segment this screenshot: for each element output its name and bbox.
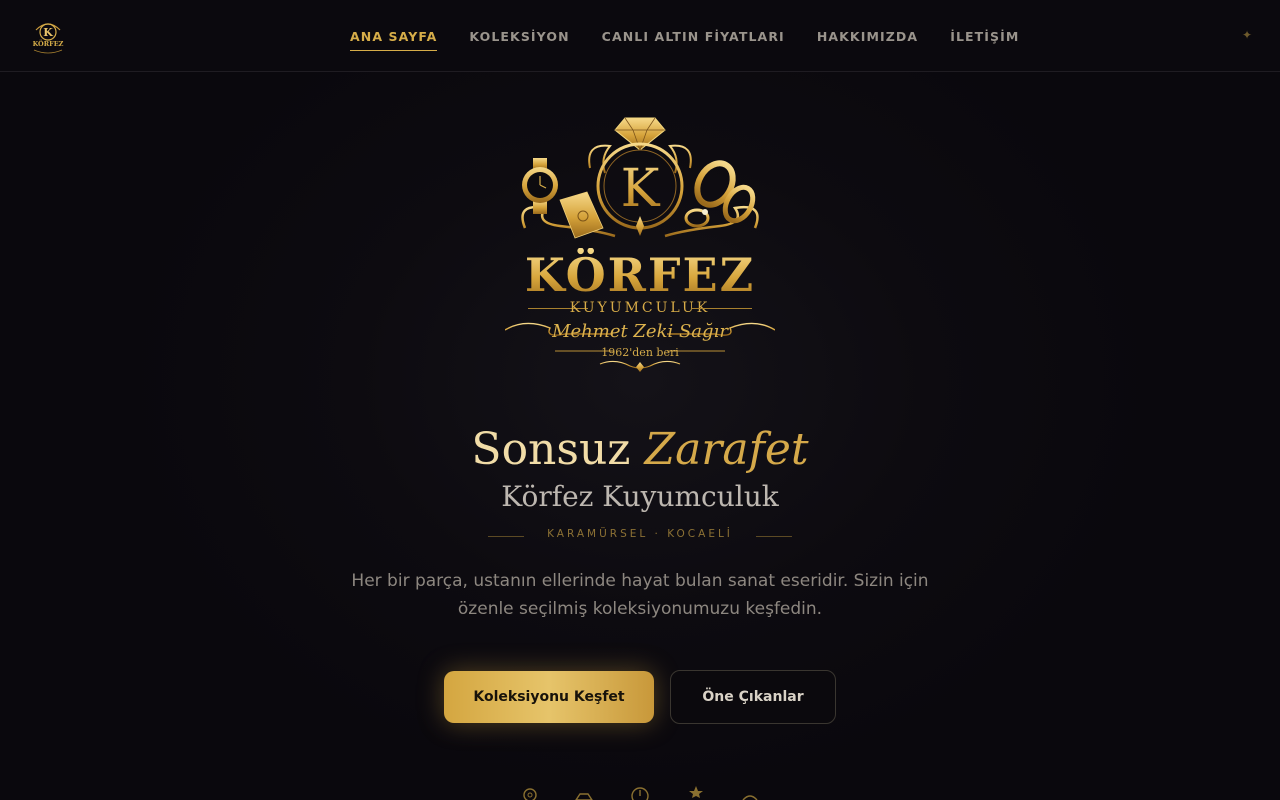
brand-name: KÖRFEZ [0,248,1280,302]
headline-main: Sonsuz [471,424,631,475]
korfez-crest-logo-icon[interactable]: K KÖRFEZ [28,16,68,56]
brand-subtitle: KUYUMCULUK [569,300,711,316]
since-text: 1962'den beri [601,346,679,359]
nav-links: ANA SAYFA KOLEKSİYON CANLI ALTIN FİYATLA… [350,0,1019,72]
star-icon [689,786,703,798]
hero-headline: Sonsuz Zarafet [0,424,1280,475]
location-row: KARAMÜRSEL · KOCAELİ [488,528,792,544]
gem-icon [742,795,758,800]
svg-text:K: K [43,26,53,39]
nav-link-iletisim[interactable]: İLETİŞİM [950,23,1019,50]
location-text: KARAMÜRSEL · KOCAELİ [547,528,733,540]
hero-subtitle: Körfez Kuyumculuk [501,480,779,513]
discover-collection-button[interactable]: Koleksiyonu Keşfet [444,671,654,723]
rings-icon [684,160,756,228]
ring-icon [523,788,537,800]
nav-link-ana-sayfa[interactable]: ANA SAYFA [350,23,438,51]
brand-sub-divider-right [692,308,752,309]
nav-link-hakkimizda[interactable]: HAKKIMIZDA [817,23,918,50]
svg-text:K: K [621,159,661,219]
svg-text:KÖRFEZ: KÖRFEZ [33,39,64,48]
nav-link-canli-altin-fiyatlari[interactable]: CANLI ALTIN FİYATLARI [602,23,785,50]
watch-icon [522,158,558,214]
hero-description: Her bir parça, ustanın ellerinde hayat b… [351,571,929,619]
nav-link-koleksiyon[interactable]: KOLEKSİYON [469,23,569,50]
location-divider-right [756,536,792,537]
sparkle-icon[interactable]: ✦ [1240,26,1254,44]
compass-icon [631,787,649,800]
featured-button[interactable]: Öne Çıkanlar [670,670,836,724]
headline-accent: Zarafet [644,424,809,475]
owner-name: Mehmet Zeki Sağır [552,321,728,342]
top-navbar: K KÖRFEZ ANA SAYFA KOLEKSİYON CANLI ALTI… [0,0,1280,72]
gold-bar-icon [575,793,593,800]
feature-icons-row [520,784,760,800]
